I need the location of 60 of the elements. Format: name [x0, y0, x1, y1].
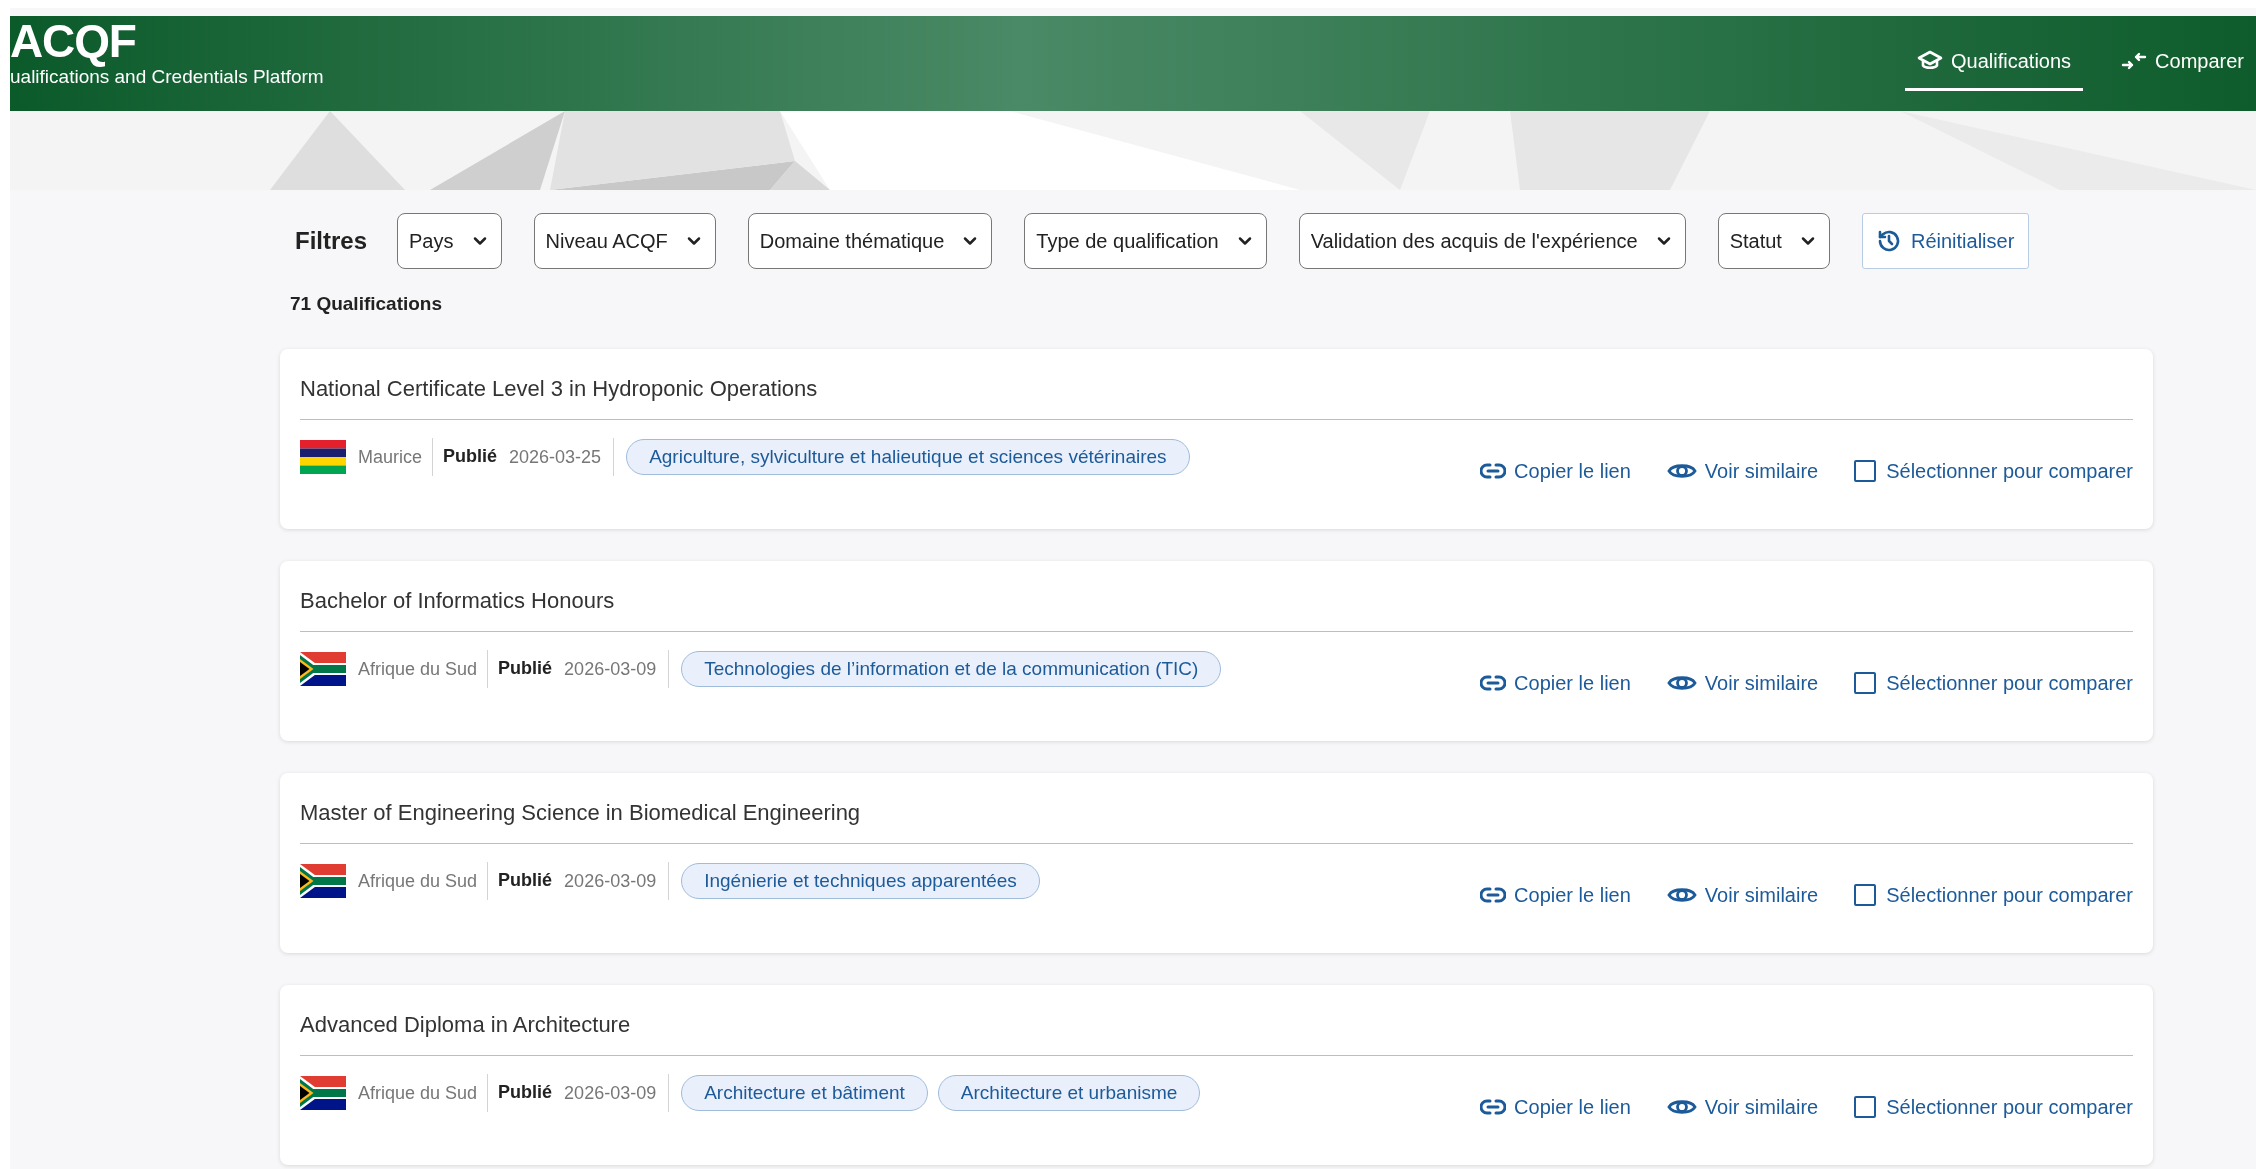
flag-icon [300, 863, 346, 898]
see-similar-link[interactable]: Voir similaire [1666, 667, 1819, 698]
platform-subtitle: ualifications and Credentials Platform [10, 66, 324, 89]
domain-tag: Agriculture, sylviculture et halieutique et sciences vétérinaires [626, 438, 1190, 475]
copy-link[interactable]: Copier le lien [1480, 1091, 1631, 1122]
compare-checkbox[interactable]: Sélectionner pour comparer [1854, 455, 2133, 486]
results-count: 71 Qualifications [290, 292, 444, 316]
checkbox[interactable] [1854, 883, 1877, 906]
copy-link[interactable]: Copier le lien [1480, 667, 1631, 698]
link-icon [1480, 462, 1507, 479]
country-label: Afrique du Sud [358, 861, 489, 900]
checkbox[interactable] [1854, 671, 1877, 694]
history-icon [1876, 229, 1901, 253]
domain-tag: Technologies de l’information et de la communication (TIC) [681, 650, 1222, 687]
date-label: 2026-03-25 [509, 437, 615, 476]
link-icon [1480, 886, 1507, 903]
see-similar-link[interactable]: Voir similaire [1666, 1091, 1819, 1122]
qualification-title[interactable]: Bachelor of Informatics Honours [300, 586, 2133, 615]
compare-checkbox[interactable]: Sélectionner pour comparer [1854, 1091, 2133, 1122]
date-label: 2026-03-09 [564, 861, 670, 900]
status-label: Publié [498, 657, 553, 680]
date-label: 2026-03-09 [564, 1073, 670, 1112]
checkbox[interactable] [1854, 459, 1877, 482]
country-label: Maurice [358, 437, 434, 476]
see-similar-link[interactable]: Voir similaire [1666, 879, 1819, 910]
reset-button[interactable]: Réinitialiser [1861, 213, 2030, 269]
compare-checkbox[interactable]: Sélectionner pour comparer [1854, 879, 2133, 910]
domain-tag: Architecture et urbanisme [937, 1074, 1201, 1111]
link-icon [1480, 674, 1507, 691]
checkbox[interactable] [1854, 1095, 1877, 1118]
see-similar-link[interactable]: Voir similaire [1666, 455, 1819, 486]
status-label: Publié [498, 1081, 553, 1104]
domain-tag: Architecture et bâtiment [681, 1074, 928, 1111]
qualification-title[interactable]: Master of Engineering Science in Biomedical Engineering [300, 798, 2133, 827]
qualification-title[interactable]: Advanced Diploma in Architecture [300, 1010, 2133, 1039]
status-label: Publié [443, 445, 498, 468]
flag-icon [300, 1075, 346, 1110]
date-label: 2026-03-09 [564, 649, 670, 688]
link-icon [1480, 1098, 1507, 1115]
graduation-cap-icon [1917, 50, 1943, 72]
copy-link[interactable]: Copier le lien [1480, 455, 1631, 486]
filter-dropdown[interactable]: Validation des acquis de l'expérience [1298, 213, 1686, 269]
qualification-title[interactable]: National Certificate Level 3 in Hydroponic Operations [300, 374, 2133, 403]
nav-tab[interactable]: Comparer [2109, 46, 2256, 91]
filter-dropdown[interactable]: Pays [397, 213, 502, 269]
filter-dropdown[interactable]: Domaine thématique [747, 213, 993, 269]
filter-dropdown[interactable]: Type de qualification [1024, 213, 1267, 269]
flag-icon [300, 439, 346, 474]
country-label: Afrique du Sud [358, 1073, 489, 1112]
filter-dropdown[interactable]: Statut [1717, 213, 1830, 269]
country-label: Afrique du Sud [358, 649, 489, 688]
domain-tag: Ingénierie et techniques apparentées [681, 862, 1040, 899]
filters-label: Filtres [295, 226, 368, 256]
nav-tab[interactable]: Qualifications [1905, 46, 2084, 91]
filter-dropdown[interactable]: Niveau ACQF [533, 213, 716, 269]
compare-checkbox[interactable]: Sélectionner pour comparer [1854, 667, 2133, 698]
arrows-inward-icon [2121, 51, 2148, 71]
flag-icon [300, 651, 346, 686]
copy-link[interactable]: Copier le lien [1480, 879, 1631, 910]
status-label: Publié [498, 869, 553, 892]
